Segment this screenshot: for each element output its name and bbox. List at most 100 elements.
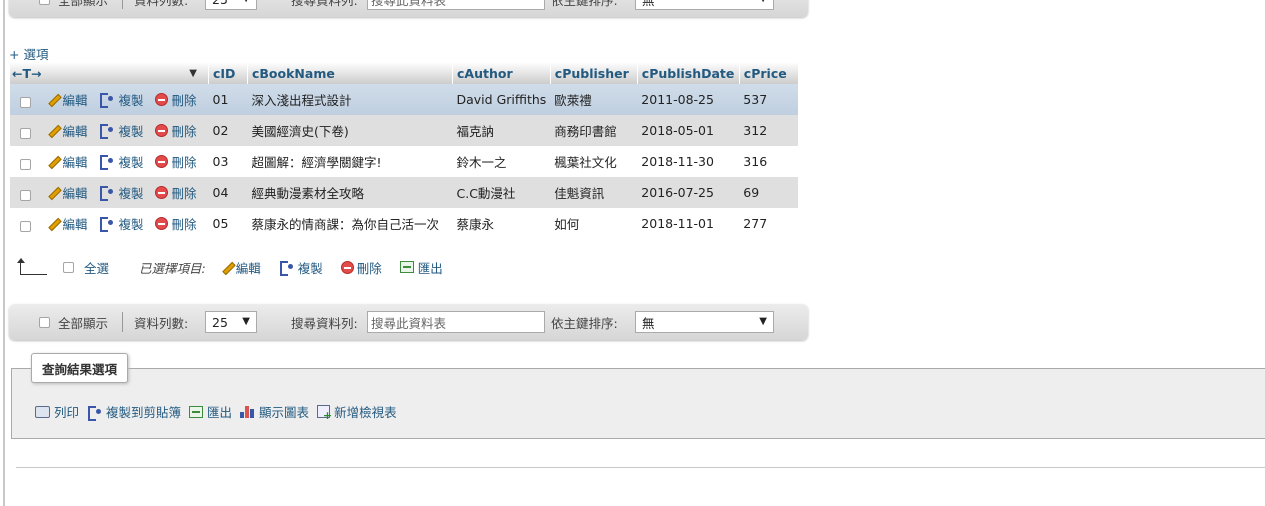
cell-cid: 01 xyxy=(208,84,248,115)
nav-separator xyxy=(122,0,123,9)
copy-to-clipboard-button[interactable]: 複製到剪貼簿 xyxy=(87,402,181,421)
column-controls-header: ←T→ ▼ xyxy=(9,62,209,84)
bulk-copy-button[interactable]: 複製 xyxy=(279,258,323,277)
edit-button[interactable]: 編輯 xyxy=(46,121,87,140)
with-selected-label: 已選擇項目: xyxy=(139,260,206,276)
cell-cprice: 277 xyxy=(739,208,798,239)
cell-cpublishdate: 2018-11-01 xyxy=(637,208,740,239)
chevron-down-icon: ▼ xyxy=(759,316,767,327)
show-all-toggle[interactable]: 全部顯示 xyxy=(39,0,108,17)
show-all-checkbox[interactable] xyxy=(39,0,50,5)
copy-button[interactable]: 複製 xyxy=(99,90,144,109)
chart-icon xyxy=(240,405,255,418)
cell-cbookname: 超圖解：經濟學關鍵字! xyxy=(247,146,453,177)
edit-button[interactable]: 編輯 xyxy=(46,183,87,202)
chevron-down-icon: ▼ xyxy=(242,0,250,4)
column-header-cid[interactable]: cID xyxy=(208,62,248,84)
bulk-edit-button[interactable]: 編輯 xyxy=(220,258,261,277)
search-label: 搜尋資料列: xyxy=(291,0,358,8)
rows-select[interactable]: 25 ▼ xyxy=(205,311,257,333)
copy-button[interactable]: 複製 xyxy=(99,214,144,233)
column-header-cpublisher[interactable]: cPublisher xyxy=(549,62,638,84)
bulk-delete-button[interactable]: 刪除 xyxy=(340,258,382,277)
sort-select-value: 無 xyxy=(642,315,655,331)
sort-select[interactable]: 無▼ xyxy=(635,0,774,10)
row-checkbox[interactable] xyxy=(19,97,31,109)
row-checkbox[interactable] xyxy=(19,159,31,171)
delete-icon xyxy=(155,124,169,138)
print-icon xyxy=(35,405,50,418)
sort-label: 依主鍵排序: xyxy=(551,315,618,331)
row-checkbox[interactable] xyxy=(19,128,31,140)
query-results-links: 列印 複製到剪貼簿 匯出 顯示圖表 新增檢視表 xyxy=(35,402,405,422)
copy-button[interactable]: 複製 xyxy=(99,183,144,202)
cell-cbookname: 深入淺出程式設計 xyxy=(247,84,453,115)
copy-icon xyxy=(99,216,115,233)
table-row[interactable]: 編輯 複製 刪除 01 深入淺出程式設計 David Griffiths 歐萊禮… xyxy=(9,84,798,115)
cell-cpublisher: 如何 xyxy=(550,208,638,239)
sort-label: 依主鍵排序: xyxy=(551,0,618,8)
column-arrows[interactable]: ←T→ xyxy=(12,66,41,81)
column-header-cpublishdate[interactable]: cPublishDate xyxy=(636,62,740,84)
cell-cpublisher: 佳魁資訊 xyxy=(550,177,638,208)
copy-button[interactable]: 複製 xyxy=(99,152,144,171)
options-link[interactable]: + 選項 xyxy=(9,44,48,63)
cell-cbookname: 美國經濟史(下卷) xyxy=(247,115,453,146)
edit-button[interactable]: 編輯 xyxy=(46,214,87,233)
delete-button[interactable]: 刪除 xyxy=(155,183,197,202)
rows-select-value: 25 xyxy=(212,314,228,330)
print-button[interactable]: 列印 xyxy=(35,402,79,421)
cell-cid: 03 xyxy=(208,146,248,177)
column-header-cauthor[interactable]: cAuthor xyxy=(452,62,551,84)
pencil-icon xyxy=(46,154,60,168)
copy-button[interactable]: 複製 xyxy=(99,121,144,140)
delete-icon xyxy=(155,93,169,107)
row-checkbox[interactable] xyxy=(19,221,31,233)
nav-separator xyxy=(122,312,123,332)
pencil-icon xyxy=(46,123,60,137)
divider xyxy=(16,467,1265,468)
delete-button[interactable]: 刪除 xyxy=(155,90,197,109)
table-row[interactable]: 編輯 複製 刪除 05 蔡康永的情商課：為你自己活一次 蔡康永 如何 2018-… xyxy=(9,208,798,239)
edit-button[interactable]: 編輯 xyxy=(46,90,87,109)
copy-icon xyxy=(279,260,295,276)
cell-cprice: 312 xyxy=(739,115,798,146)
check-all-label[interactable]: 全選 xyxy=(84,258,109,277)
check-all-checkbox[interactable] xyxy=(63,261,74,273)
edit-button[interactable]: 編輯 xyxy=(46,152,87,171)
table-row[interactable]: 編輯 複製 刪除 03 超圖解：經濟學關鍵字! 鈴木一之 楓葉社文化 2018-… xyxy=(9,146,798,177)
table-header-row: ←T→ ▼ cID cBookName cAuthor cPublisher c… xyxy=(9,62,798,84)
pencil-icon xyxy=(46,92,60,106)
cell-cpublishdate: 2011-08-25 xyxy=(637,84,740,115)
column-menu-icon[interactable]: ▼ xyxy=(189,68,197,79)
row-checkbox[interactable] xyxy=(19,190,31,202)
search-input[interactable]: 搜尋此資料表 xyxy=(367,311,545,333)
export-icon xyxy=(399,261,414,273)
delete-button[interactable]: 刪除 xyxy=(155,152,197,171)
sort-select[interactable]: 無▼ xyxy=(635,311,774,333)
create-view-button[interactable]: 新增檢視表 xyxy=(317,402,397,422)
pencil-icon xyxy=(46,185,60,199)
search-input[interactable]: 搜尋此資料表 xyxy=(367,0,545,10)
chevron-down-icon: ▼ xyxy=(242,316,250,327)
table-row[interactable]: 編輯 複製 刪除 04 經典動漫素材全攻略 C.C動漫社 佳魁資訊 2016-0… xyxy=(9,177,798,208)
cell-cprice: 537 xyxy=(739,84,798,115)
cell-cpublishdate: 2018-05-01 xyxy=(637,115,740,146)
cell-cauthor: 福克訥 xyxy=(452,115,551,146)
column-header-cbookname[interactable]: cBookName xyxy=(247,62,453,84)
rows-select[interactable]: 25 ▼ xyxy=(205,0,257,10)
sort-select-value: 無 xyxy=(642,0,655,8)
cell-cpublisher: 商務印書館 xyxy=(550,115,638,146)
delete-button[interactable]: 刪除 xyxy=(155,121,197,140)
column-header-cprice[interactable]: cPrice xyxy=(738,62,798,84)
bulk-export-button[interactable]: 匯出 xyxy=(399,258,443,277)
copy-icon xyxy=(99,123,115,140)
copy-icon xyxy=(99,92,115,109)
show-all-toggle[interactable]: 全部顯示 xyxy=(39,304,108,340)
export-button[interactable]: 匯出 xyxy=(189,402,232,421)
display-chart-button[interactable]: 顯示圖表 xyxy=(240,402,309,421)
table-row[interactable]: 編輯 複製 刪除 02 美國經濟史(下卷) 福克訥 商務印書館 2018-05-… xyxy=(9,115,798,146)
delete-button[interactable]: 刪除 xyxy=(155,214,197,233)
query-results-legend: 查詢結果選項 xyxy=(31,353,129,383)
show-all-checkbox[interactable] xyxy=(39,316,50,328)
